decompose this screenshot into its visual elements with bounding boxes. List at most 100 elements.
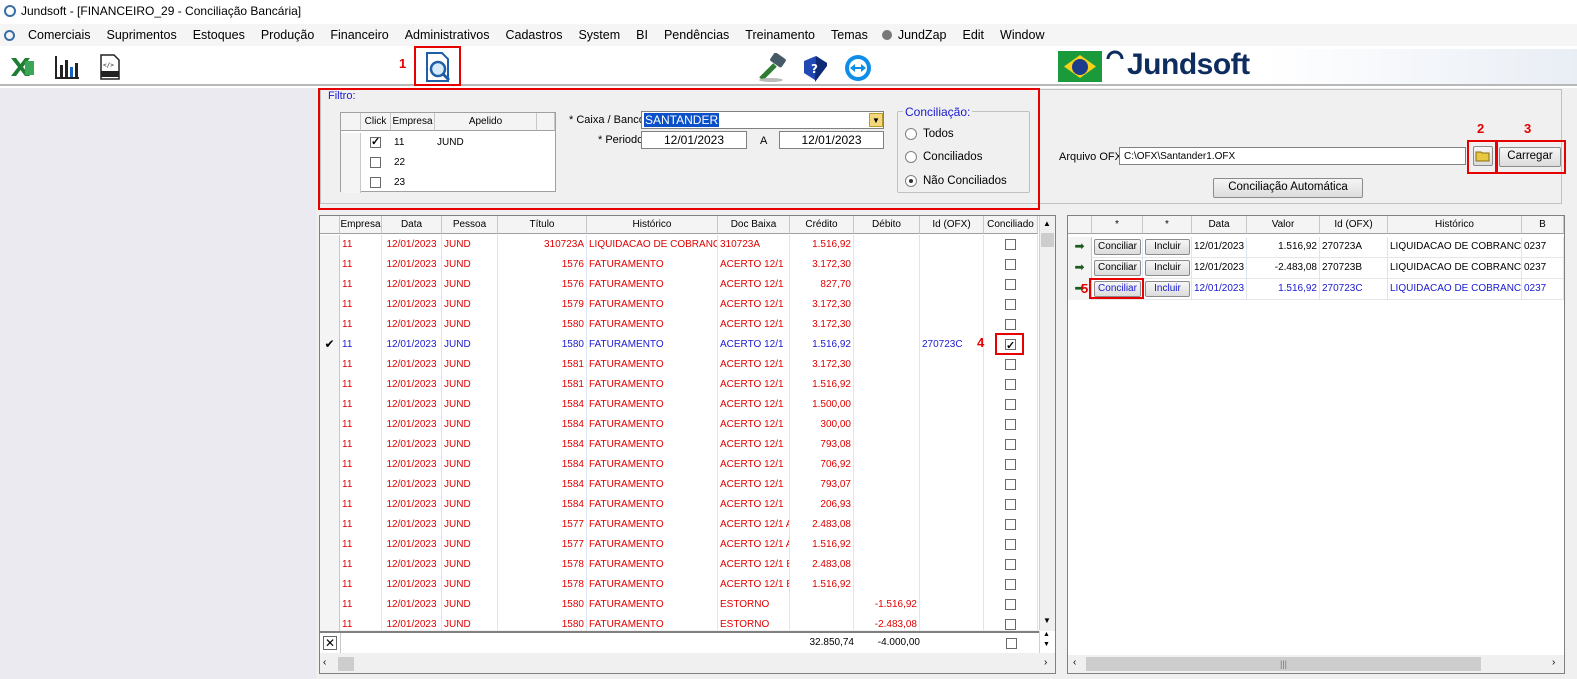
mdi-child-icon[interactable] [4, 29, 15, 41]
menu-cadastros[interactable]: Cadastros [497, 28, 570, 42]
spin-up-icon[interactable]: ▲ [1043, 631, 1050, 638]
ofx-header-b[interactable]: B [1522, 216, 1564, 234]
table-row[interactable]: 11 12/01/2023 JUND 1584 FATURAMENTO ACERTO 12… [320, 415, 1039, 435]
excel-export-icon[interactable] [8, 53, 36, 81]
table-row[interactable]: 11 12/01/2023 JUND 1584 FATURAMENTO ACERTO 12… [320, 395, 1039, 415]
scroll-right-icon[interactable]: › [1044, 657, 1047, 668]
conciliado-checkbox[interactable] [1005, 379, 1016, 390]
conciliado-checkbox[interactable] [1005, 299, 1016, 310]
totals-spinner[interactable]: ▲ ▼ [1039, 631, 1055, 653]
table-row[interactable]: 11 12/01/2023 JUND 1576 FATURAMENTO ACERTO 12… [320, 275, 1039, 295]
menu-jundzap[interactable]: JundZap [890, 28, 955, 42]
menu-producao[interactable]: Produção [253, 28, 323, 42]
conciliado-checkbox[interactable] [1005, 619, 1016, 630]
lancamentos-header-conciliado[interactable]: Conciliado [984, 216, 1038, 234]
conciliado-checkbox[interactable] [1005, 279, 1016, 290]
table-row[interactable]: 11 12/01/2023 JUND 310723A LIQUIDACAO DE COB… [320, 235, 1039, 255]
table-row[interactable]: 11 12/01/2023 JUND 1579 FATURAMENTO ACERTO 12… [320, 295, 1039, 315]
lancamentos-header-credito[interactable]: Crédito [790, 216, 854, 234]
menu-bi[interactable]: BI [628, 28, 656, 42]
conciliacao-automatica-button[interactable]: Conciliação Automática [1213, 178, 1363, 198]
lancamentos-header-empresa[interactable]: Empresa [340, 216, 382, 234]
menu-treinamento[interactable]: Treinamento [737, 28, 823, 42]
ofx-header-data[interactable]: Data [1192, 216, 1247, 234]
conciliado-checkbox[interactable] [1005, 359, 1016, 370]
menu-administrativos[interactable]: Administrativos [397, 28, 498, 42]
menu-temas[interactable]: Temas [823, 28, 876, 42]
spin-down-icon[interactable]: ▼ [1043, 641, 1050, 648]
conciliar-button[interactable]: Conciliar [1094, 260, 1141, 276]
lancamentos-grid[interactable]: Empresa Data Pessoa Título Histórico Doc Baix… [319, 215, 1056, 674]
arquivo-field[interactable]: C:\OFX\Santander1.OFX [1119, 147, 1466, 165]
table-row[interactable]: 11 12/01/2023 JUND 1578 FATURAMENTO ACERTO 12… [320, 575, 1039, 595]
conciliado-checkbox[interactable] [1005, 319, 1016, 330]
table-row[interactable]: 11 12/01/2023 JUND 1578 FATURAMENTO ACERTO 12… [320, 555, 1039, 575]
table-row[interactable]: 11 12/01/2023 JUND 1584 FATURAMENTO ACERTO 12… [320, 495, 1039, 515]
ofx-row[interactable]: ➡ Conciliar Incluir 12/01/2023 1.516,92 27072… [1068, 237, 1564, 258]
table-row[interactable]: 11 12/01/2023 JUND 1577 FATURAMENTO ACERTO 12… [320, 535, 1039, 555]
scroll-left-icon[interactable]: ‹ [323, 657, 326, 668]
incluir-button[interactable]: Incluir [1145, 260, 1190, 276]
conciliado-checkbox[interactable] [1005, 419, 1016, 430]
lancamentos-header-doc[interactable]: Doc Baixa [718, 216, 790, 234]
table-row[interactable]: 11 12/01/2023 JUND 1580 FATURAMENTO ESTORNO -1… [320, 595, 1039, 615]
lancamentos-header-historico[interactable]: Histórico [587, 216, 718, 234]
conciliado-checkbox[interactable] [1005, 499, 1016, 510]
conciliar-button[interactable]: Conciliar [1094, 239, 1141, 255]
lancamentos-header-pessoa[interactable]: Pessoa [442, 216, 498, 234]
scroll-up-icon[interactable]: ▲ [1043, 219, 1051, 228]
table-row[interactable]: 11 12/01/2023 JUND 1580 FATURAMENTO ACERTO 12… [320, 315, 1039, 335]
ofx-header-incluir[interactable]: * [1143, 216, 1192, 234]
ofx-header-valor[interactable]: Valor [1247, 216, 1320, 234]
conciliado-checkbox[interactable] [1005, 399, 1016, 410]
lancamentos-header-data[interactable]: Data [382, 216, 442, 234]
hscroll-thumb[interactable]: ||| [1086, 657, 1481, 671]
conciliado-checkbox[interactable] [1005, 579, 1016, 590]
menu-financeiro[interactable]: Financeiro [322, 28, 396, 42]
scroll-left-icon[interactable]: ‹ [1073, 657, 1076, 668]
table-row[interactable]: 11 12/01/2023 JUND 1584 FATURAMENTO ACERTO 12… [320, 435, 1039, 455]
table-row[interactable]: ✔ 11 12/01/2023 JUND 1580 FATURAMENTO ACERTO 1… [320, 335, 1039, 355]
clear-filter-icon[interactable]: ✕ [323, 636, 337, 650]
ofx-header-conciliar[interactable]: * [1092, 216, 1143, 234]
conciliado-checkbox[interactable] [1005, 599, 1016, 610]
conciliado-checkbox[interactable] [1005, 559, 1016, 570]
table-row[interactable]: 11 12/01/2023 JUND 1576 FATURAMENTO ACERTO 12… [320, 255, 1039, 275]
menu-window[interactable]: Window [992, 28, 1052, 42]
table-row[interactable]: 11 12/01/2023 JUND 1581 FATURAMENTO ACERTO 12… [320, 355, 1039, 375]
lancamentos-hscrollbar[interactable]: ‹ › [320, 655, 1055, 673]
conciliado-checkbox[interactable] [1005, 439, 1016, 450]
ofx-header-id[interactable]: Id (OFX) [1320, 216, 1388, 234]
incluir-button[interactable]: Incluir [1145, 281, 1190, 297]
menu-estoques[interactable]: Estoques [185, 28, 253, 42]
table-row[interactable]: 11 12/01/2023 JUND 1581 FATURAMENTO ACERTO 12… [320, 375, 1039, 395]
conciliado-checkbox[interactable] [1005, 479, 1016, 490]
teamviewer-icon[interactable] [843, 53, 873, 83]
table-row[interactable]: 11 12/01/2023 JUND 1577 FATURAMENTO ACERTO 12… [320, 515, 1039, 535]
conciliado-checkbox[interactable] [1005, 259, 1016, 270]
html-export-icon[interactable]: </> [96, 53, 124, 81]
menu-suprimentos[interactable]: Suprimentos [99, 28, 185, 42]
table-row[interactable]: 11 12/01/2023 JUND 1584 FATURAMENTO ACERTO 12… [320, 455, 1039, 475]
conciliado-checkbox[interactable] [1005, 539, 1016, 550]
conciliado-checkbox[interactable] [1005, 519, 1016, 530]
incluir-button[interactable]: Incluir [1145, 239, 1190, 255]
menu-pendencias[interactable]: Pendências [656, 28, 737, 42]
lancamentos-header-debito[interactable]: Débito [854, 216, 920, 234]
lancamentos-header-id[interactable]: Id (OFX) [920, 216, 984, 234]
scroll-right-icon[interactable]: › [1552, 657, 1555, 668]
ofx-header-historico[interactable]: Histórico [1388, 216, 1522, 234]
ofx-row[interactable]: ➡ Conciliar Incluir 12/01/2023 -2.483,08 2707… [1068, 258, 1564, 279]
lancamentos-header-titulo[interactable]: Título [498, 216, 587, 234]
tools-icon[interactable] [757, 53, 789, 83]
table-row[interactable]: 11 12/01/2023 JUND 1584 FATURAMENTO ACERTO 12… [320, 475, 1039, 495]
totals-checkbox[interactable] [1006, 638, 1017, 649]
menu-system[interactable]: System [570, 28, 628, 42]
conciliado-checkbox[interactable] [1005, 459, 1016, 470]
ofx-hscrollbar[interactable]: ‹ ||| › [1068, 655, 1564, 673]
conciliado-checkbox[interactable] [1005, 239, 1016, 250]
lancamentos-vscrollbar[interactable]: ▲ ▼ [1039, 216, 1055, 630]
help-book-icon[interactable]: ? [800, 53, 830, 83]
menu-edit[interactable]: Edit [954, 28, 992, 42]
scroll-thumb[interactable] [1041, 233, 1054, 247]
